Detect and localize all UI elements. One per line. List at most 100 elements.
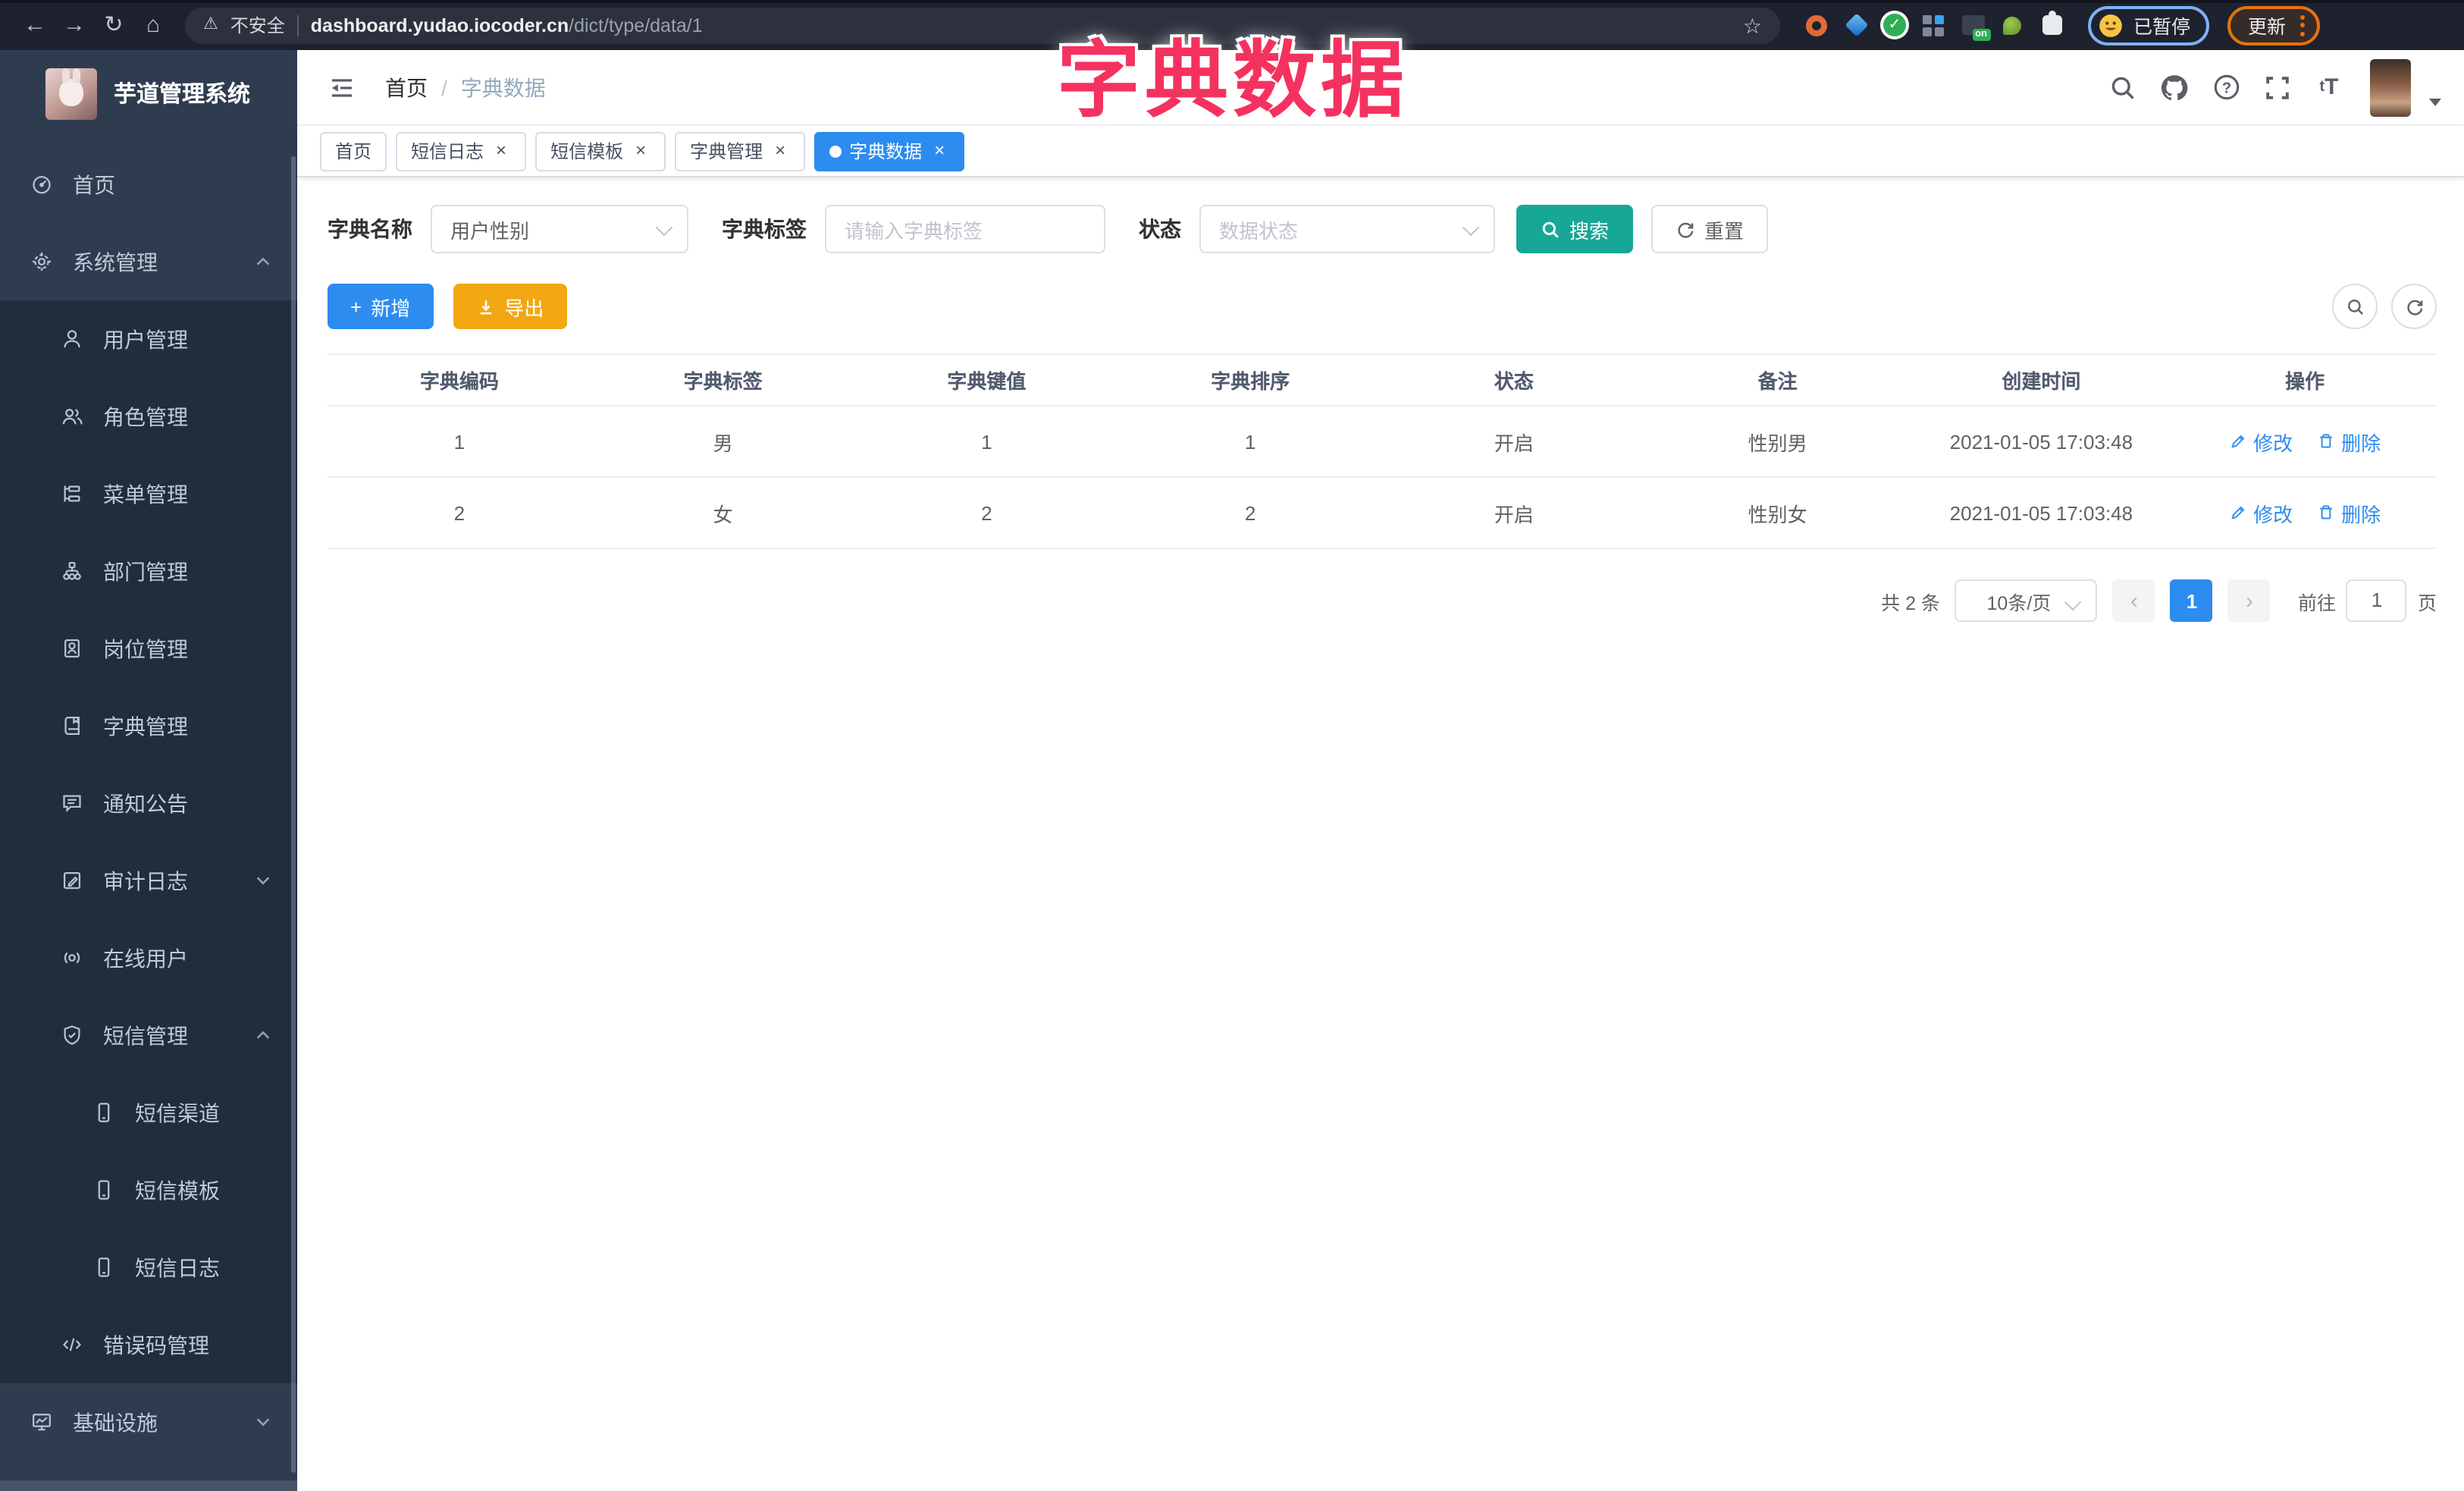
ext-color-grid-icon[interactable] (1921, 13, 1945, 37)
close-icon[interactable]: × (631, 141, 650, 161)
page-size-select[interactable]: 10条/页 (1955, 579, 2098, 622)
search-icon[interactable] (2106, 71, 2140, 104)
code-icon (59, 1333, 83, 1356)
sidebar-item-role[interactable]: 角色管理 (0, 378, 297, 455)
cell-label: 男 (591, 406, 855, 478)
toggle-search-button[interactable] (2332, 284, 2378, 329)
online-user-icon (59, 946, 83, 969)
sidebar-item-audit-log[interactable]: 审计日志 (0, 842, 297, 919)
tab-sms-log[interactable]: 短信日志 × (396, 131, 527, 171)
ext-on-badge-icon[interactable]: on (1961, 13, 1990, 41)
sidebar-item-sms-log[interactable]: 短信日志 (0, 1229, 297, 1306)
back-icon[interactable]: ← (15, 5, 55, 45)
sidebar-item-dict[interactable]: 字典管理 (0, 687, 297, 764)
font-size-icon[interactable]: tT (2312, 71, 2346, 104)
ext-orange-ring-icon[interactable] (1804, 13, 1829, 37)
prev-page-button[interactable]: ‹ (2112, 579, 2155, 622)
delete-link-label: 删除 (2341, 503, 2381, 526)
delete-link[interactable]: 删除 (2317, 427, 2381, 456)
sidebar-item-sms[interactable]: 短信管理 (0, 997, 297, 1074)
address-separator (296, 14, 299, 36)
reload-icon[interactable]: ↻ (94, 5, 133, 45)
close-icon[interactable]: × (770, 141, 790, 161)
security-warning-icon[interactable]: ⚠ (203, 16, 218, 33)
close-icon[interactable]: × (491, 141, 511, 161)
cell-created: 2021-01-05 17:03:48 (1909, 477, 2174, 549)
chevron-up-icon (255, 253, 271, 270)
fullscreen-icon[interactable] (2261, 71, 2294, 104)
delete-link[interactable]: 删除 (2317, 498, 2381, 527)
reset-button-label: 重置 (1704, 219, 1745, 242)
sidebar-item-label: 在线用户 (103, 946, 188, 970)
sidebar-item-sms-channel[interactable]: 短信渠道 (0, 1074, 297, 1151)
breadcrumb-separator: / (441, 75, 447, 99)
sidebar-item-label: 岗位管理 (103, 636, 188, 661)
ext-green-check-icon[interactable]: ✓ (1883, 14, 1906, 36)
app-logo-row[interactable]: 芋道管理系统 (0, 50, 297, 137)
sidebar-item-dept[interactable]: 部门管理 (0, 532, 297, 610)
dict-tag-label: 字典标签 (722, 217, 807, 241)
tab-dict-data[interactable]: 字典数据 × (814, 131, 965, 171)
sidebar-item-sms-template[interactable]: 短信模板 (0, 1151, 297, 1229)
reset-button[interactable]: 重置 (1651, 205, 1769, 253)
tab-dict[interactable]: 字典管理 × (675, 131, 806, 171)
page-number-button[interactable]: 1 (2170, 579, 2213, 622)
browser-update-button[interactable]: 更新 (2227, 5, 2320, 45)
sidebar-item-menu[interactable]: 菜单管理 (0, 455, 297, 532)
help-icon[interactable]: ? (2209, 71, 2243, 104)
close-icon[interactable]: × (929, 141, 949, 161)
user-avatar[interactable] (2370, 58, 2411, 116)
chevron-down-icon[interactable] (2429, 98, 2441, 105)
tab-home[interactable]: 首页 (320, 131, 387, 171)
refresh-table-button[interactable] (2391, 284, 2437, 329)
sidebar-item-system[interactable]: 系统管理 (0, 223, 297, 300)
tab-label: 短信模板 (550, 141, 624, 162)
search-button[interactable]: 搜索 (1516, 205, 1634, 253)
sidebar-item-label: 短信模板 (135, 1178, 220, 1202)
app-logo (45, 67, 97, 119)
goto-label: 前往 (2297, 592, 2336, 614)
column-header: 创建时间 (1909, 353, 2174, 406)
sidebar-item-notice[interactable]: 通知公告 (0, 764, 297, 842)
dict-tag-input[interactable]: 请输入字典标签 (825, 205, 1105, 253)
add-button[interactable]: + 新增 (328, 284, 434, 329)
plus-icon: + (350, 295, 362, 318)
cell-actions: 修改 删除 (2173, 406, 2437, 478)
edit-link[interactable]: 修改 (2229, 427, 2293, 456)
users-icon (59, 405, 83, 428)
status-select[interactable]: 数据状态 (1199, 205, 1495, 253)
sidebar-item-user[interactable]: 用户管理 (0, 300, 297, 378)
screen: ← → ↻ ⌂ ⚠ 不安全 dashboard.yudao.iocoder.cn… (0, 0, 2464, 1491)
breadcrumb-home[interactable]: 首页 (385, 72, 428, 102)
sidebar-collapse-icon[interactable] (320, 66, 362, 108)
profile-paused-badge[interactable]: 已暂停 (2088, 5, 2209, 45)
browser-menu-icon[interactable] (2299, 14, 2305, 36)
next-page-button[interactable]: › (2227, 579, 2271, 622)
dict-name-select[interactable]: 用户性别 (431, 205, 688, 253)
column-header: 字典标签 (591, 353, 855, 406)
home-icon[interactable]: ⌂ (133, 5, 173, 45)
tab-label: 字典管理 (690, 141, 763, 162)
download-icon (480, 300, 491, 314)
sidebar-item-online-user[interactable]: 在线用户 (0, 919, 297, 997)
sidebar-item-infra[interactable]: 基础设施 (0, 1383, 297, 1461)
cell-remark: 性别男 (1645, 406, 1910, 478)
cell-code: 1 (328, 406, 591, 478)
sidebar-item-home[interactable]: 首页 (0, 146, 297, 223)
edit-link[interactable]: 修改 (2229, 498, 2293, 527)
bookmark-star-icon[interactable]: ☆ (1743, 14, 1762, 36)
address-bar[interactable]: ⚠ 不安全 dashboard.yudao.iocoder.cn/dict/ty… (185, 7, 1780, 43)
sidebar-item-post[interactable]: 岗位管理 (0, 610, 297, 687)
goto-page-input[interactable]: 1 (2346, 579, 2407, 622)
export-button[interactable]: 导出 (453, 284, 567, 329)
edit-link-label: 修改 (2253, 432, 2293, 454)
extensions-puzzle-icon[interactable] (2039, 11, 2064, 37)
forward-icon[interactable]: → (55, 5, 94, 45)
sidebar-item-label: 菜单管理 (103, 482, 188, 506)
badge-icon (59, 637, 83, 660)
tab-sms-template[interactable]: 短信模板 × (535, 131, 666, 171)
github-icon[interactable] (2158, 71, 2191, 104)
ext-blue-gem-icon[interactable] (1844, 13, 1868, 37)
ext-green-leaf-icon[interactable] (2000, 13, 2024, 37)
sidebar-item-error-code[interactable]: 错误码管理 (0, 1306, 297, 1383)
